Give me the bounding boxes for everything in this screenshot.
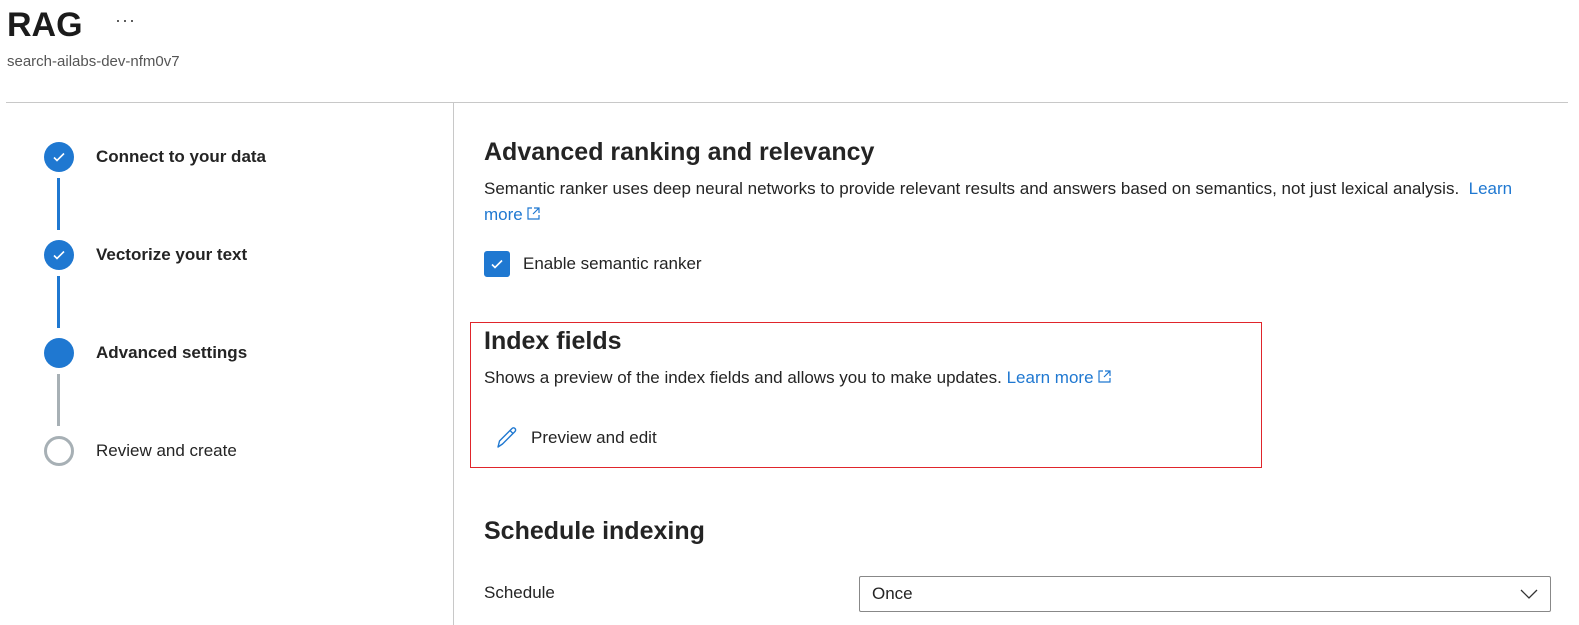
pencil-icon <box>497 427 517 448</box>
checkmark-icon <box>491 259 503 269</box>
step-vectorize-text[interactable]: Vectorize your text <box>96 245 247 265</box>
ranking-description-text: Semantic ranker uses deep neural network… <box>484 179 1460 198</box>
current-step-circle-icon <box>44 338 74 368</box>
index-fields-description-text: Shows a preview of the index fields and … <box>484 368 1002 387</box>
ranking-heading: Advanced ranking and relevancy <box>484 138 875 166</box>
step-connector <box>57 276 60 328</box>
index-fields-learn-more-link[interactable]: Learn more <box>1007 368 1112 387</box>
schedule-selected-value: Once <box>872 584 913 603</box>
step-connector <box>57 178 60 230</box>
index-fields-description: Shows a preview of the index fields and … <box>484 365 1111 391</box>
ranking-description: Semantic ranker uses deep neural network… <box>484 176 1524 228</box>
check-circle-icon <box>44 240 74 270</box>
preview-edit-label: Preview and edit <box>531 428 657 447</box>
learn-more-text: Learn more <box>1006 368 1094 387</box>
external-link-icon <box>1098 370 1111 383</box>
semantic-ranker-checkbox[interactable] <box>484 251 510 277</box>
index-fields-heading: Index fields <box>484 327 622 355</box>
schedule-heading: Schedule indexing <box>484 517 705 545</box>
pending-step-circle-icon <box>44 436 74 466</box>
page-subtitle: search-ailabs-dev-nfm0v7 <box>7 53 180 70</box>
step-connect-data[interactable]: Connect to your data <box>96 147 266 167</box>
header-divider <box>6 102 1568 103</box>
preview-edit-button[interactable]: Preview and edit <box>494 425 657 451</box>
schedule-dropdown[interactable]: Once <box>859 576 1551 612</box>
page-title: RAG <box>7 6 83 44</box>
sidebar-divider <box>453 103 454 625</box>
check-circle-icon <box>44 142 74 172</box>
semantic-ranker-label[interactable]: Enable semantic ranker <box>523 254 702 274</box>
chevron-down-icon <box>1520 589 1538 599</box>
external-link-icon <box>527 207 541 220</box>
more-options-button[interactable]: ··· <box>115 10 136 31</box>
step-connector <box>57 374 60 426</box>
step-advanced-settings[interactable]: Advanced settings <box>96 343 247 363</box>
schedule-label: Schedule <box>484 583 555 602</box>
step-review-create[interactable]: Review and create <box>96 441 237 461</box>
